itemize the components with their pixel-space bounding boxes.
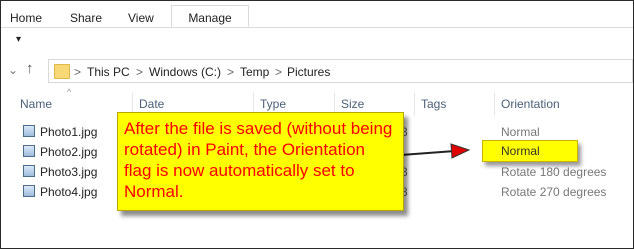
image-file-icon [23, 185, 35, 197]
folder-icon [54, 64, 70, 79]
column-header-tags[interactable]: Tags [421, 97, 446, 111]
breadcrumb-separator-icon[interactable]: > [136, 65, 143, 79]
column-header-date[interactable]: Date [139, 97, 164, 111]
breadcrumb-windows-c[interactable]: Windows (C:) [149, 65, 221, 79]
image-file-icon [23, 165, 35, 177]
file-name[interactable]: Photo4.jpg [40, 185, 97, 199]
orientation-value: Rotate 270 degrees [501, 185, 607, 199]
quick-access-dropdown-icon[interactable]: ▾ [16, 34, 21, 45]
breadcrumb-separator-icon[interactable]: > [74, 65, 81, 79]
tab-view[interactable]: View [128, 11, 154, 25]
column-header-orientation[interactable]: Orientation [501, 97, 560, 111]
column-divider[interactable] [414, 93, 415, 115]
file-name[interactable]: Photo3.jpg [40, 165, 97, 179]
column-divider[interactable] [494, 93, 495, 115]
image-file-icon [23, 125, 35, 137]
address-row: ⌄ ↑ > This PC > Windows (C:) > Temp > Pi… [1, 57, 633, 85]
sort-ascending-icon: ^ [67, 87, 72, 97]
column-header-type[interactable]: Type [260, 97, 286, 111]
recent-locations-chevron-icon[interactable]: ⌄ [8, 63, 18, 77]
column-header-size[interactable]: Size [341, 97, 364, 111]
annotation-callout: After the file is saved (without being r… [117, 112, 404, 211]
file-name[interactable]: Photo2.jpg [40, 145, 97, 159]
address-bar[interactable]: > This PC > Windows (C:) > Temp > Pictur… [48, 59, 633, 83]
tab-share[interactable]: Share [70, 11, 102, 25]
breadcrumb-separator-icon[interactable]: > [275, 65, 282, 79]
orientation-value: Normal [501, 144, 540, 158]
image-file-icon [23, 145, 35, 157]
tab-home[interactable]: Home [10, 11, 42, 25]
orientation-highlight: Normal [482, 140, 578, 162]
orientation-value: Rotate 180 degrees [501, 165, 607, 179]
up-arrow-icon[interactable]: ↑ [26, 60, 34, 77]
file-name[interactable]: Photo1.jpg [40, 125, 97, 139]
breadcrumb-separator-icon[interactable]: > [227, 65, 234, 79]
breadcrumb-temp[interactable]: Temp [240, 65, 269, 79]
explorer-window: Home Share View Manage ▾ ⌄ ↑ > This PC >… [0, 0, 634, 249]
ribbon: Home Share View Manage [1, 1, 633, 28]
callout-text: After the file is saved (without being r… [124, 119, 393, 201]
orientation-value: Normal [501, 125, 540, 139]
breadcrumb-this-pc[interactable]: This PC [87, 65, 130, 79]
annotation-arrow [400, 143, 471, 159]
breadcrumb-pictures[interactable]: Pictures [287, 65, 330, 79]
column-header-name[interactable]: Name [20, 97, 52, 111]
tab-manage[interactable]: Manage [171, 5, 249, 27]
